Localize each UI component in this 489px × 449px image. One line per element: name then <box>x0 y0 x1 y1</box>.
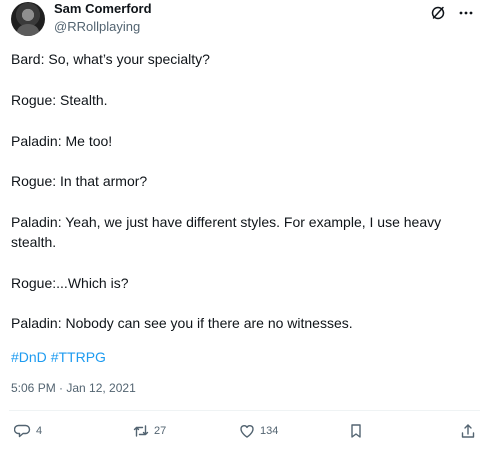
repost-button[interactable]: 27 <box>132 422 166 440</box>
more-icon[interactable] <box>455 2 477 24</box>
tweet-line: Bard: So, what’s your specialty? <box>11 51 210 67</box>
tweet-line: stealth. <box>11 234 57 250</box>
tweet-line: Rogue: Stealth. <box>11 92 108 108</box>
reply-count: 4 <box>36 425 43 437</box>
hashtag-link[interactable]: #DnD <box>11 349 47 365</box>
tweet-card: Sam Comerford @RRollplaying Bard: So, wh… <box>0 0 489 449</box>
share-button[interactable] <box>459 422 477 440</box>
author-name[interactable]: Sam Comerford <box>54 1 152 16</box>
tweet-header: Sam Comerford @RRollplaying <box>11 0 479 44</box>
repost-icon <box>132 422 150 440</box>
like-count: 134 <box>260 425 279 437</box>
share-icon <box>459 422 477 440</box>
like-button[interactable]: 134 <box>238 422 278 440</box>
user-avatar[interactable] <box>11 2 45 36</box>
bookmark-button[interactable] <box>347 422 365 440</box>
bookmark-icon <box>347 422 365 440</box>
tweet-line: Rogue: In that armor? <box>11 173 148 189</box>
tweet-line: Rogue:...Which is? <box>11 275 129 291</box>
tweet-line: Paladin: Yeah, we just have different st… <box>11 214 442 230</box>
divider <box>9 410 480 411</box>
reply-button[interactable]: 4 <box>14 422 42 440</box>
tweet-line: Paladin: Nobody can see you if there are… <box>11 315 353 331</box>
reply-icon <box>14 422 32 440</box>
hashtag-row: #DnD #TTRPG <box>11 347 106 367</box>
author-handle[interactable]: @RRollplaying <box>54 19 140 34</box>
tweet-line: Paladin: Me too! <box>11 133 113 149</box>
heart-icon <box>238 422 256 440</box>
repost-count: 27 <box>154 425 167 437</box>
tweet-timestamp[interactable]: 5:06 PM · Jan 12, 2021 <box>11 381 136 395</box>
action-bar: 4 27 134 <box>0 422 489 442</box>
hashtag-link[interactable]: #TTRPG <box>51 349 106 365</box>
grok-icon[interactable] <box>427 2 449 24</box>
